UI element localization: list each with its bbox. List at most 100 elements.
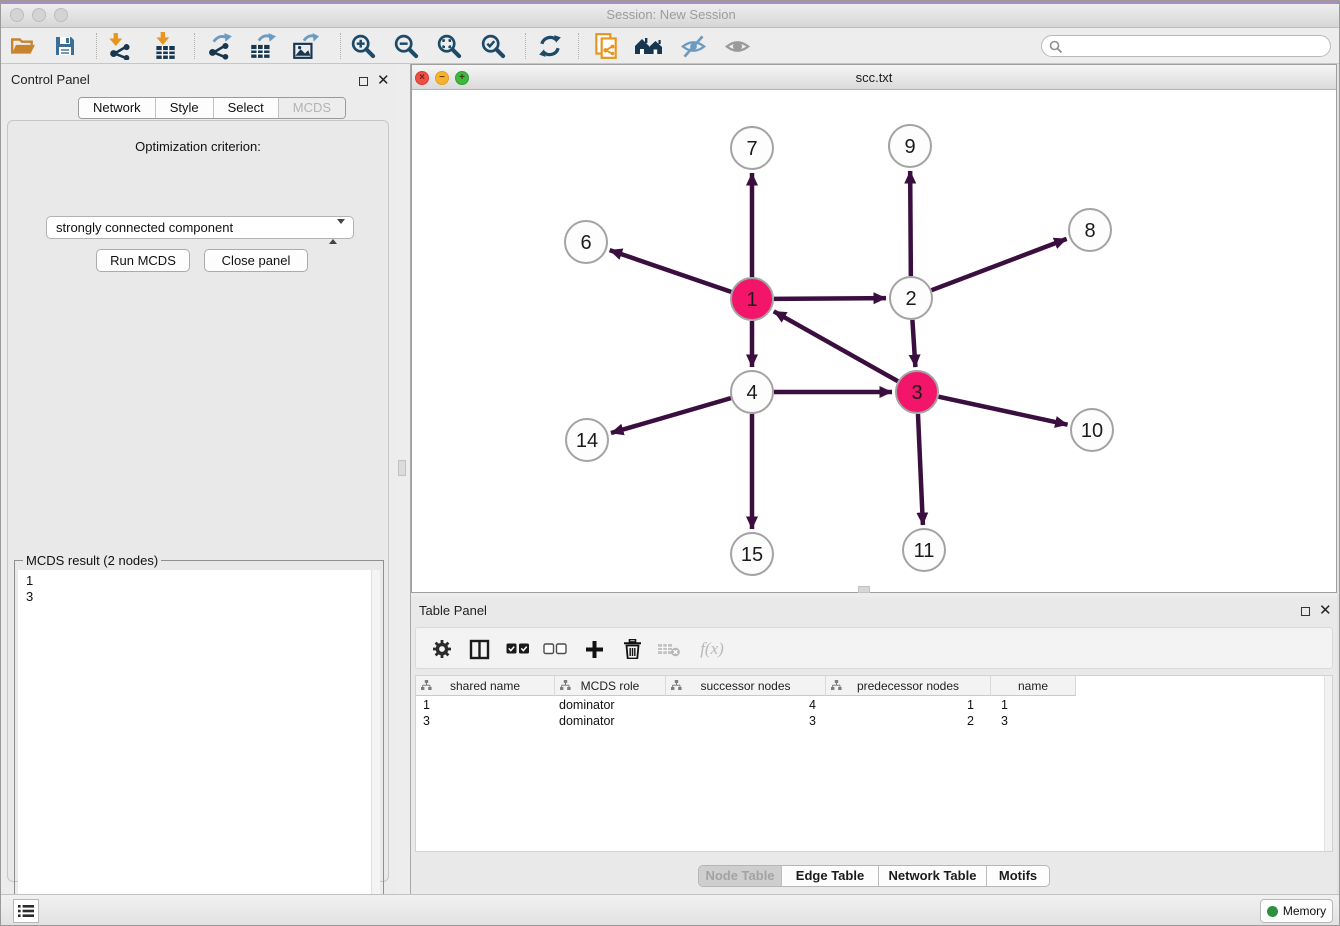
toolbar-separator [96, 33, 97, 59]
apply-function-icon: f(x) [692, 633, 732, 665]
column-header-shared-name[interactable]: shared name [416, 676, 555, 696]
graph-node-label-8: 8 [1084, 220, 1095, 242]
graph-edge-3-1[interactable] [774, 311, 898, 381]
table-scrollbar[interactable] [1324, 676, 1332, 851]
table-cell[interactable]: 3 [666, 713, 826, 729]
hide-graphics-details-icon[interactable] [676, 30, 710, 62]
export-network-icon[interactable] [202, 30, 236, 62]
close-panel-icon[interactable]: ✕ [1319, 605, 1332, 616]
network-view-window: × − + scc.txt 7968124314101511 [411, 64, 1337, 593]
tab-motifs[interactable]: Motifs [987, 866, 1049, 886]
homes-icon[interactable] [632, 30, 666, 62]
graph-edge-1-6[interactable] [610, 250, 732, 292]
column-header-predecessor-nodes[interactable]: predecessor nodes [826, 676, 991, 696]
splitter-handle[interactable] [398, 460, 406, 476]
splitter-handle[interactable] [858, 586, 870, 593]
graph-node-label-9: 9 [904, 136, 915, 158]
table-cell[interactable]: 4 [666, 697, 826, 713]
import-table-icon[interactable] [148, 30, 182, 62]
column-header-name[interactable]: name [991, 676, 1076, 696]
column-header-successor-nodes[interactable]: successor nodes [666, 676, 826, 696]
graph-edge-2-9[interactable] [910, 171, 911, 276]
main-toolbar [1, 28, 1340, 64]
graph-edge-3-10[interactable] [938, 397, 1067, 425]
table-panel-tabs: Node TableEdge TableNetwork TableMotifs [698, 865, 1050, 887]
optimization-criterion-value: strongly connected component [56, 220, 233, 235]
close-panel-button[interactable]: Close panel [204, 249, 308, 272]
search-box[interactable] [1041, 35, 1331, 57]
float-panel-icon[interactable] [1301, 607, 1310, 616]
table-cell[interactable]: 2 [826, 713, 991, 729]
table-cell[interactable]: 3 [991, 713, 1076, 729]
table-cell[interactable]: dominator [555, 697, 666, 713]
unselect-all-rows-icon[interactable] [539, 633, 571, 665]
network-canvas-svg[interactable]: 7968124314101511 [412, 90, 1338, 592]
tab-network-table[interactable]: Network Table [879, 866, 987, 886]
fit-content-icon[interactable] [432, 30, 466, 62]
table-row[interactable]: 3dominator323 [416, 713, 1076, 729]
clone-network-icon[interactable] [589, 30, 623, 62]
mcds-result-group: MCDS result (2 nodes) 13 [14, 560, 384, 926]
mcds-result-text-area[interactable]: 13 [18, 570, 380, 926]
graph-edge-3-11[interactable] [918, 414, 923, 525]
title-bar: Session: New Session [1, 1, 1340, 28]
graph-edge-1-2[interactable] [774, 298, 886, 299]
select-all-rows-icon[interactable] [502, 633, 534, 665]
delete-row-icon[interactable] [616, 633, 648, 665]
export-table-icon[interactable] [245, 30, 279, 62]
memory-button[interactable]: Memory [1260, 899, 1333, 923]
graph-edge-2-8[interactable] [932, 239, 1067, 290]
graph-node-label-11: 11 [914, 540, 935, 562]
table-row[interactable]: 1dominator411 [416, 697, 1076, 713]
network-window-titlebar: × − + scc.txt [412, 65, 1336, 90]
node-table: shared nameMCDS rolesuccessor nodesprede… [415, 675, 1333, 852]
tab-network[interactable]: Network [79, 98, 156, 118]
table-cell[interactable]: 1 [416, 697, 555, 713]
run-mcds-button[interactable]: Run MCDS [96, 249, 190, 272]
toolbar-separator [525, 33, 526, 59]
vertical-splitter[interactable] [395, 64, 411, 894]
zoom-out-icon[interactable] [389, 30, 423, 62]
refresh-view-icon[interactable] [533, 30, 567, 62]
graph-node-label-3: 3 [911, 382, 922, 404]
close-panel-icon[interactable]: ✕ [377, 75, 390, 86]
graph-edge-4-14[interactable] [611, 398, 731, 433]
tab-mcds[interactable]: MCDS [279, 98, 345, 118]
graph-edge-2-3[interactable] [912, 320, 915, 367]
graph-node-label-15: 15 [741, 544, 763, 566]
optimization-criterion-label: Optimization criterion: [8, 139, 388, 154]
table-cell[interactable]: 1 [991, 697, 1076, 713]
search-input[interactable] [1066, 37, 1324, 55]
table-cell[interactable]: 1 [826, 697, 991, 713]
show-graphics-details-icon[interactable] [720, 30, 754, 62]
result-scrollbar[interactable] [371, 570, 380, 926]
select-stepper-icon [329, 221, 345, 242]
tab-edge-table[interactable]: Edge Table [782, 866, 879, 886]
graph-node-label-10: 10 [1081, 420, 1103, 442]
open-session-icon[interactable] [6, 30, 40, 62]
table-cell[interactable]: dominator [555, 713, 666, 729]
task-history-button[interactable] [13, 899, 39, 923]
zoom-in-icon[interactable] [346, 30, 380, 62]
tab-node-table[interactable]: Node Table [699, 866, 782, 886]
tab-style[interactable]: Style [156, 98, 214, 118]
table-cell[interactable]: 3 [416, 713, 555, 729]
network-window-title: scc.txt [412, 70, 1336, 85]
add-row-icon[interactable] [578, 633, 610, 665]
result-line: 1 [18, 573, 380, 589]
result-line: 3 [18, 589, 380, 605]
export-image-icon[interactable] [288, 30, 322, 62]
column-settings-icon[interactable] [426, 633, 458, 665]
graph-node-label-1: 1 [746, 289, 757, 311]
show-column-panel-icon[interactable] [463, 633, 495, 665]
float-panel-icon[interactable] [359, 77, 368, 86]
graph-node-label-4: 4 [746, 382, 757, 404]
zoom-selected-icon[interactable] [476, 30, 510, 62]
window-title: Session: New Session [1, 7, 1340, 22]
import-network-icon[interactable] [102, 30, 136, 62]
save-session-icon[interactable] [48, 30, 82, 62]
optimization-criterion-select[interactable]: strongly connected component [46, 216, 354, 239]
tab-select[interactable]: Select [214, 98, 279, 118]
window-accent-strip [1, 1, 1340, 4]
column-header-MCDS-role[interactable]: MCDS role [555, 676, 666, 696]
